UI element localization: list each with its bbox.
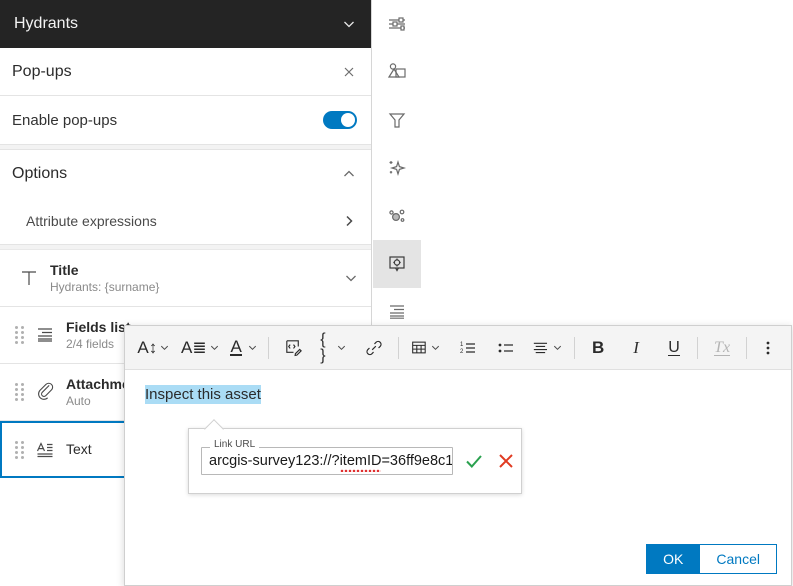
link-url-value: arcgis-survey123://?itemID=36ff9e8c1 (209, 453, 453, 474)
more-options-button[interactable] (755, 333, 781, 363)
clear-format-label: Tx (714, 338, 731, 356)
link-url-suffix: =36ff9e8c1 (381, 453, 453, 469)
chevron-right-icon[interactable] (341, 213, 357, 229)
ordered-list-button[interactable]: 1 2 (452, 333, 484, 363)
attribute-expressions-row[interactable]: Attribute expressions (0, 198, 371, 245)
chevron-down-icon (159, 342, 170, 353)
link-url-field-wrap: Link URL arcgis-survey123://?itemID=36ff… (201, 440, 453, 475)
font-size-label: A↕ (137, 338, 158, 357)
italic-label: I (633, 337, 639, 357)
check-icon[interactable] (463, 450, 485, 472)
link-url-input[interactable]: arcgis-survey123://?itemID=36ff9e8c1 (201, 447, 453, 475)
x-icon[interactable] (495, 450, 517, 472)
link-url-prefix: arcgis-survey123://? (209, 453, 340, 469)
text-element-icon (28, 439, 62, 461)
properties-icon[interactable] (373, 0, 421, 48)
chevron-down-icon (209, 342, 220, 353)
popups-title: Pop-ups (12, 62, 72, 80)
layer-title: Hydrants (14, 15, 79, 32)
chevron-down-icon[interactable] (343, 270, 359, 286)
filter-icon[interactable] (373, 96, 421, 144)
font-size-button[interactable]: A↕ (135, 333, 173, 363)
table-button[interactable] (407, 333, 444, 363)
enable-popups-toggle[interactable] (323, 111, 357, 129)
rich-text-toolbar: A↕ A≣ A { } 1 2 B I U Tx (125, 326, 791, 370)
cancel-button[interactable]: Cancel (700, 543, 777, 574)
attribute-expressions-label: Attribute expressions (26, 213, 157, 229)
underline-button[interactable]: U (659, 333, 689, 363)
selected-text[interactable]: Inspect this asset (145, 385, 261, 404)
dialog-footer: OK Cancel (125, 532, 791, 585)
font-color-label: A (230, 337, 242, 356)
expression-label: { } (320, 330, 326, 364)
effects-sparkle-icon[interactable] (373, 144, 421, 192)
paperclip-icon (28, 381, 62, 403)
text-title-icon (12, 267, 46, 289)
chevron-down-icon (552, 342, 563, 353)
list-item-title: Text (66, 441, 92, 457)
toolbar-divider (398, 336, 400, 359)
text-style-button[interactable]: A≣ (179, 333, 222, 363)
svg-text:1: 1 (460, 342, 464, 348)
options-section-header[interactable]: Options (0, 150, 371, 198)
align-button[interactable] (528, 333, 566, 363)
unordered-list-button[interactable] (490, 333, 522, 363)
list-item[interactable]: Title Hydrants: {surname} (0, 250, 371, 307)
symbology-image-icon[interactable] (373, 48, 421, 96)
link-button[interactable] (358, 333, 390, 363)
popup-config-icon[interactable] (373, 240, 421, 288)
source-code-button[interactable] (277, 333, 309, 363)
toolbar-divider (574, 336, 576, 359)
drag-handle[interactable] (10, 326, 28, 344)
chevron-down-icon (247, 342, 258, 353)
options-label: Options (12, 165, 68, 182)
toolbar-divider (268, 336, 270, 359)
toolbar-divider (746, 336, 748, 359)
link-url-label: Link URL (210, 440, 260, 450)
bold-button[interactable]: B (583, 333, 613, 363)
font-color-button[interactable]: A (228, 333, 260, 363)
chevron-down-icon[interactable] (341, 16, 357, 32)
link-url-misspelled: itemID (339, 453, 382, 474)
ok-button[interactable]: OK (646, 543, 701, 574)
underline-label: U (668, 338, 680, 356)
link-url-popover: Link URL arcgis-survey123://?itemID=36ff… (188, 419, 522, 494)
chevron-down-icon (430, 342, 441, 353)
toggle-knob (341, 113, 355, 127)
close-icon[interactable] (341, 64, 357, 80)
svg-text:2: 2 (460, 349, 464, 355)
clear-format-button[interactable]: Tx (706, 333, 738, 363)
chevron-down-icon (336, 342, 347, 353)
expression-button[interactable]: { } (317, 330, 350, 364)
text-style-label: A≣ (181, 338, 207, 357)
popups-header-row: Pop-ups (0, 48, 371, 96)
italic-button[interactable]: I (621, 333, 651, 363)
list-item-title: Title (50, 261, 79, 278)
toolbar-divider (697, 336, 699, 359)
list-item-subtitle: Hydrants: {surname} (50, 279, 160, 294)
list-item-title: Fields list (66, 318, 131, 335)
enable-popups-label: Enable pop-ups (12, 111, 118, 129)
enable-popups-row: Enable pop-ups (0, 96, 371, 145)
chevron-up-icon[interactable] (341, 166, 357, 182)
drag-handle[interactable] (10, 383, 28, 401)
bold-label: B (591, 337, 605, 357)
fields-list-icon (28, 324, 62, 346)
layer-header[interactable]: Hydrants (0, 0, 371, 48)
clustering-icon[interactable] (373, 192, 421, 240)
drag-handle[interactable] (10, 440, 28, 459)
